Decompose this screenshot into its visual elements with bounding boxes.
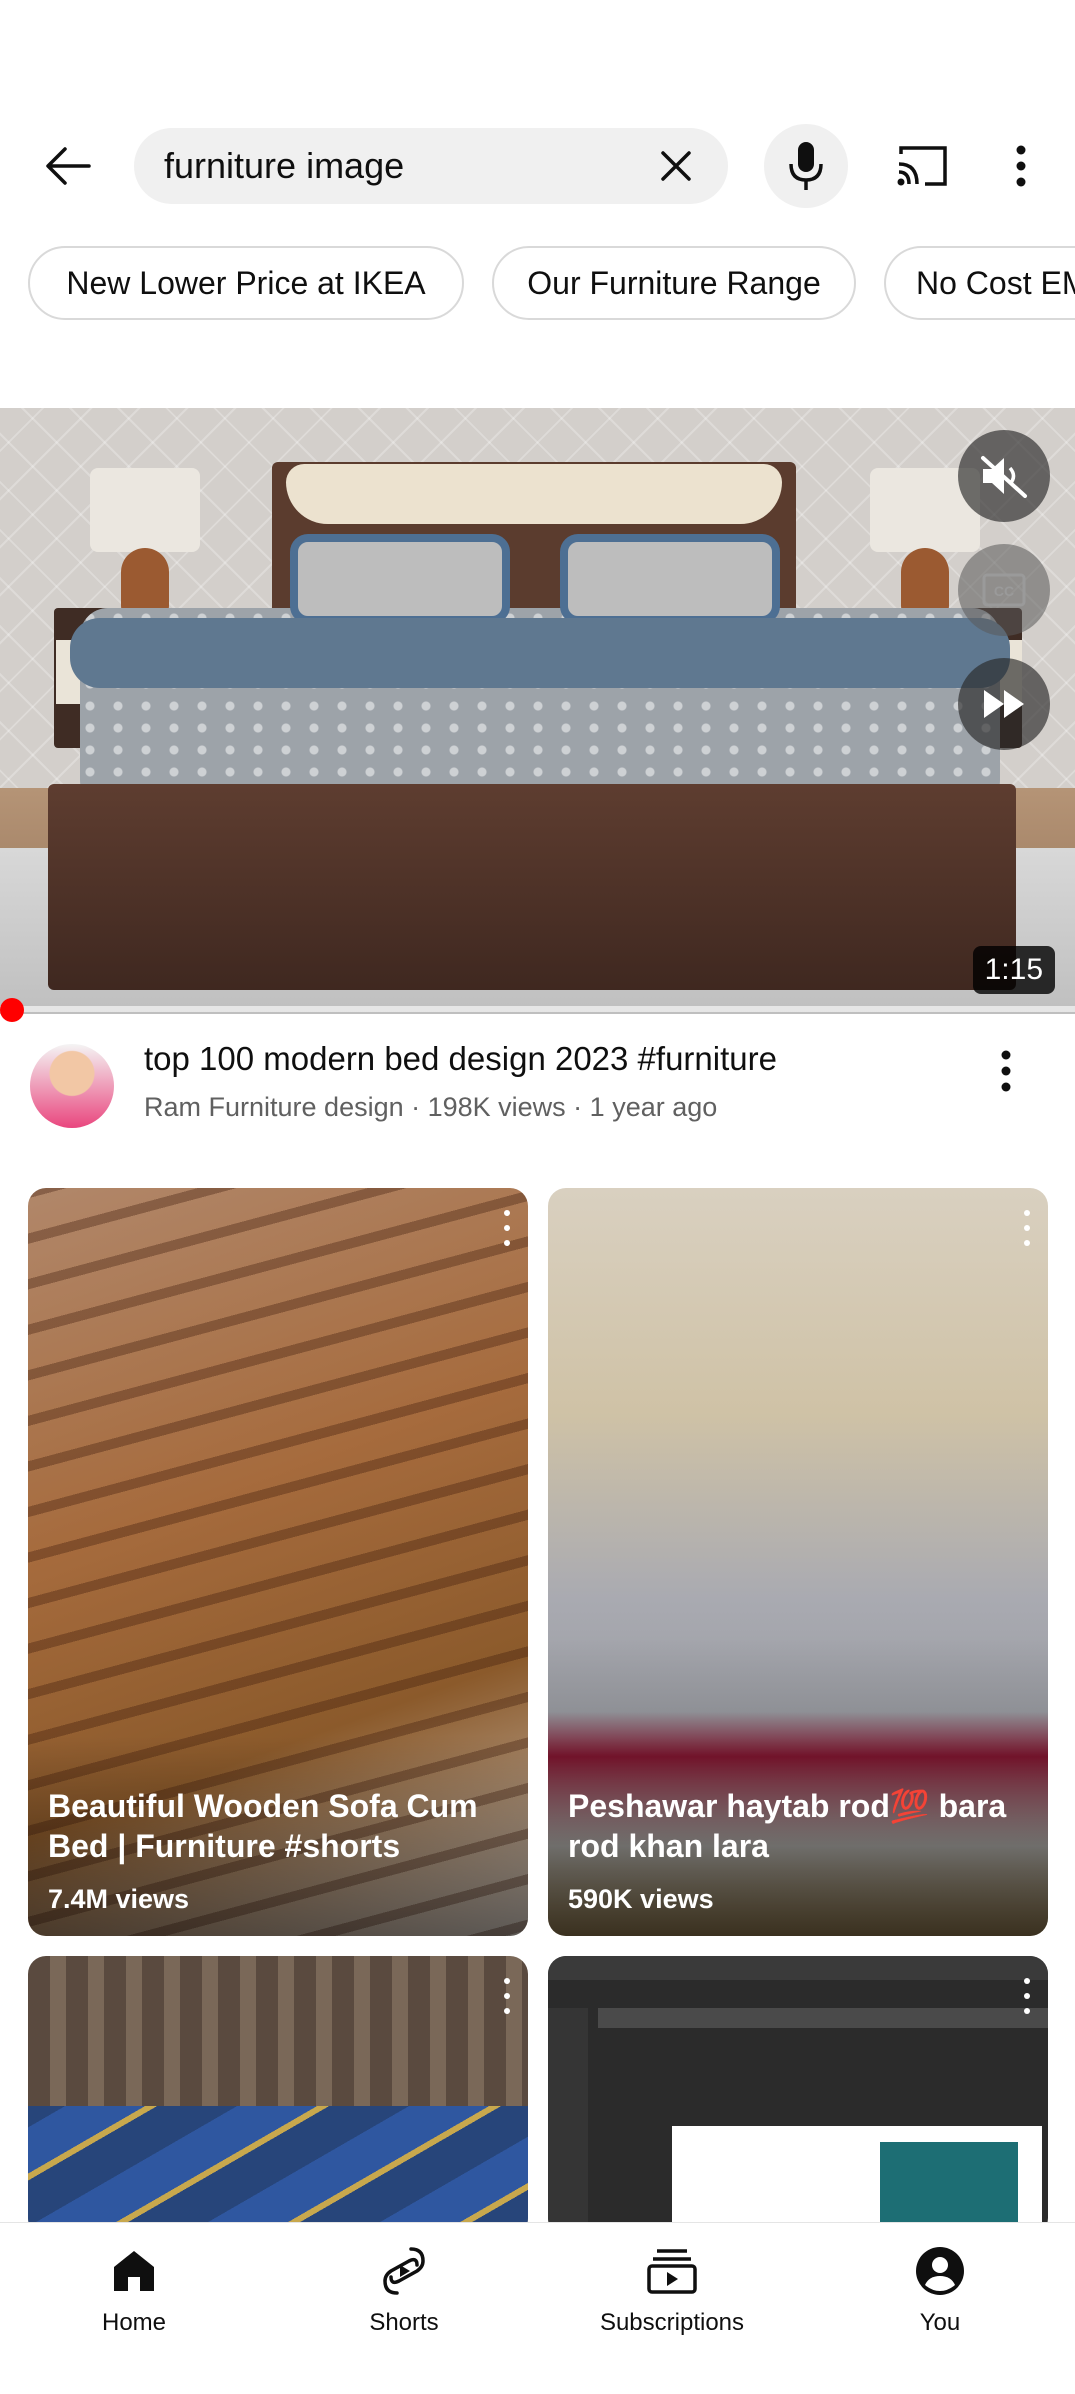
more-vertical-icon (1016, 145, 1026, 187)
voice-search-button[interactable] (764, 124, 848, 208)
filter-chip[interactable]: Our Furniture Range (492, 246, 856, 320)
captions-icon: CC (982, 573, 1026, 607)
nav-label: Subscriptions (599, 2309, 745, 2336)
short-thumbnail-pattern (28, 2106, 528, 2236)
cast-button[interactable] (884, 124, 960, 208)
short-thumbnail-ruler (598, 2008, 1048, 2028)
video-frame-footboard (48, 784, 1016, 990)
more-options-button[interactable] (996, 124, 1046, 208)
microphone-icon (789, 142, 823, 190)
short-more-button[interactable] (1022, 1978, 1032, 2014)
short-more-button[interactable] (1022, 1210, 1032, 1246)
video-title[interactable]: top 100 modern bed design 2023 #furnitur… (144, 1040, 777, 1078)
filter-chip[interactable]: No Cost EMI (884, 246, 1075, 320)
short-views: 590K views (568, 1884, 714, 1914)
skip-forward-button[interactable] (958, 658, 1050, 750)
chip-label: New Lower Price at IKEA (66, 264, 426, 301)
nav-label: Shorts (369, 2309, 439, 2336)
nav-you[interactable]: You (830, 2233, 1050, 2353)
bottom-navigation: Home Shorts Subscriptions You (0, 2222, 1075, 2394)
video-more-button[interactable] (986, 1044, 1026, 1098)
nav-shorts[interactable]: Shorts (294, 2233, 514, 2353)
mute-button[interactable] (958, 430, 1050, 522)
filter-chip[interactable]: New Lower Price at IKEA (28, 246, 464, 320)
video-player[interactable]: CC 1:15 (0, 408, 1075, 1014)
back-arrow-icon (46, 147, 91, 185)
short-card[interactable]: Peshawar haytab rod💯 bara rod khan lara … (548, 1188, 1048, 1936)
chip-label: Our Furniture Range (527, 264, 821, 301)
nav-subscriptions[interactable]: Subscriptions (562, 2233, 782, 2353)
short-title: Beautiful Wooden Sofa Cum Bed | Furnitur… (48, 1788, 478, 1864)
chip-label: No Cost EMI (916, 264, 1075, 301)
fast-forward-icon (984, 690, 1024, 718)
back-button[interactable] (36, 128, 100, 204)
video-frame-pillow (290, 534, 510, 624)
channel-avatar[interactable] (30, 1044, 114, 1128)
nav-label: You (919, 2309, 961, 2336)
video-duration: 1:15 (972, 946, 1055, 994)
shorts-icon (374, 2241, 434, 2301)
search-input[interactable]: furniture image (134, 128, 728, 204)
cast-icon (897, 146, 947, 186)
short-title: Peshawar haytab rod💯 bara rod khan lara (568, 1788, 1007, 1864)
video-frame-headboard-panel (286, 464, 782, 524)
short-more-button[interactable] (502, 1978, 512, 2014)
video-progress-track[interactable] (0, 1006, 1075, 1012)
short-views: 7.4M views (48, 1884, 190, 1914)
svg-text:CC: CC (994, 583, 1014, 599)
captions-button[interactable]: CC (958, 544, 1050, 636)
video-frame-lamp (90, 468, 200, 552)
account-icon (910, 2241, 970, 2301)
more-vertical-icon (1001, 1050, 1011, 1092)
video-frame-blanket (70, 618, 1010, 688)
video-frame-pillow (560, 534, 780, 624)
short-card[interactable] (28, 1956, 528, 2236)
short-thumbnail-toolbar (548, 1956, 1048, 1980)
nav-label: Home (101, 2309, 167, 2336)
home-icon (104, 2241, 164, 2301)
short-thumbnail-tools (548, 2008, 588, 2236)
volume-off-icon (981, 456, 1027, 498)
video-progress-handle[interactable] (0, 998, 24, 1022)
clear-search-button[interactable] (646, 136, 706, 196)
subscriptions-icon (642, 2241, 702, 2301)
short-card[interactable] (548, 1956, 1048, 2236)
nav-home[interactable]: Home (24, 2233, 244, 2353)
short-card[interactable]: Beautiful Wooden Sofa Cum Bed | Furnitur… (28, 1188, 528, 1936)
video-metadata: Ram Furniture design · 198K views · 1 ye… (144, 1092, 718, 1122)
short-more-button[interactable] (502, 1210, 512, 1246)
search-query-text: furniture image (164, 145, 405, 186)
close-icon (661, 151, 691, 181)
